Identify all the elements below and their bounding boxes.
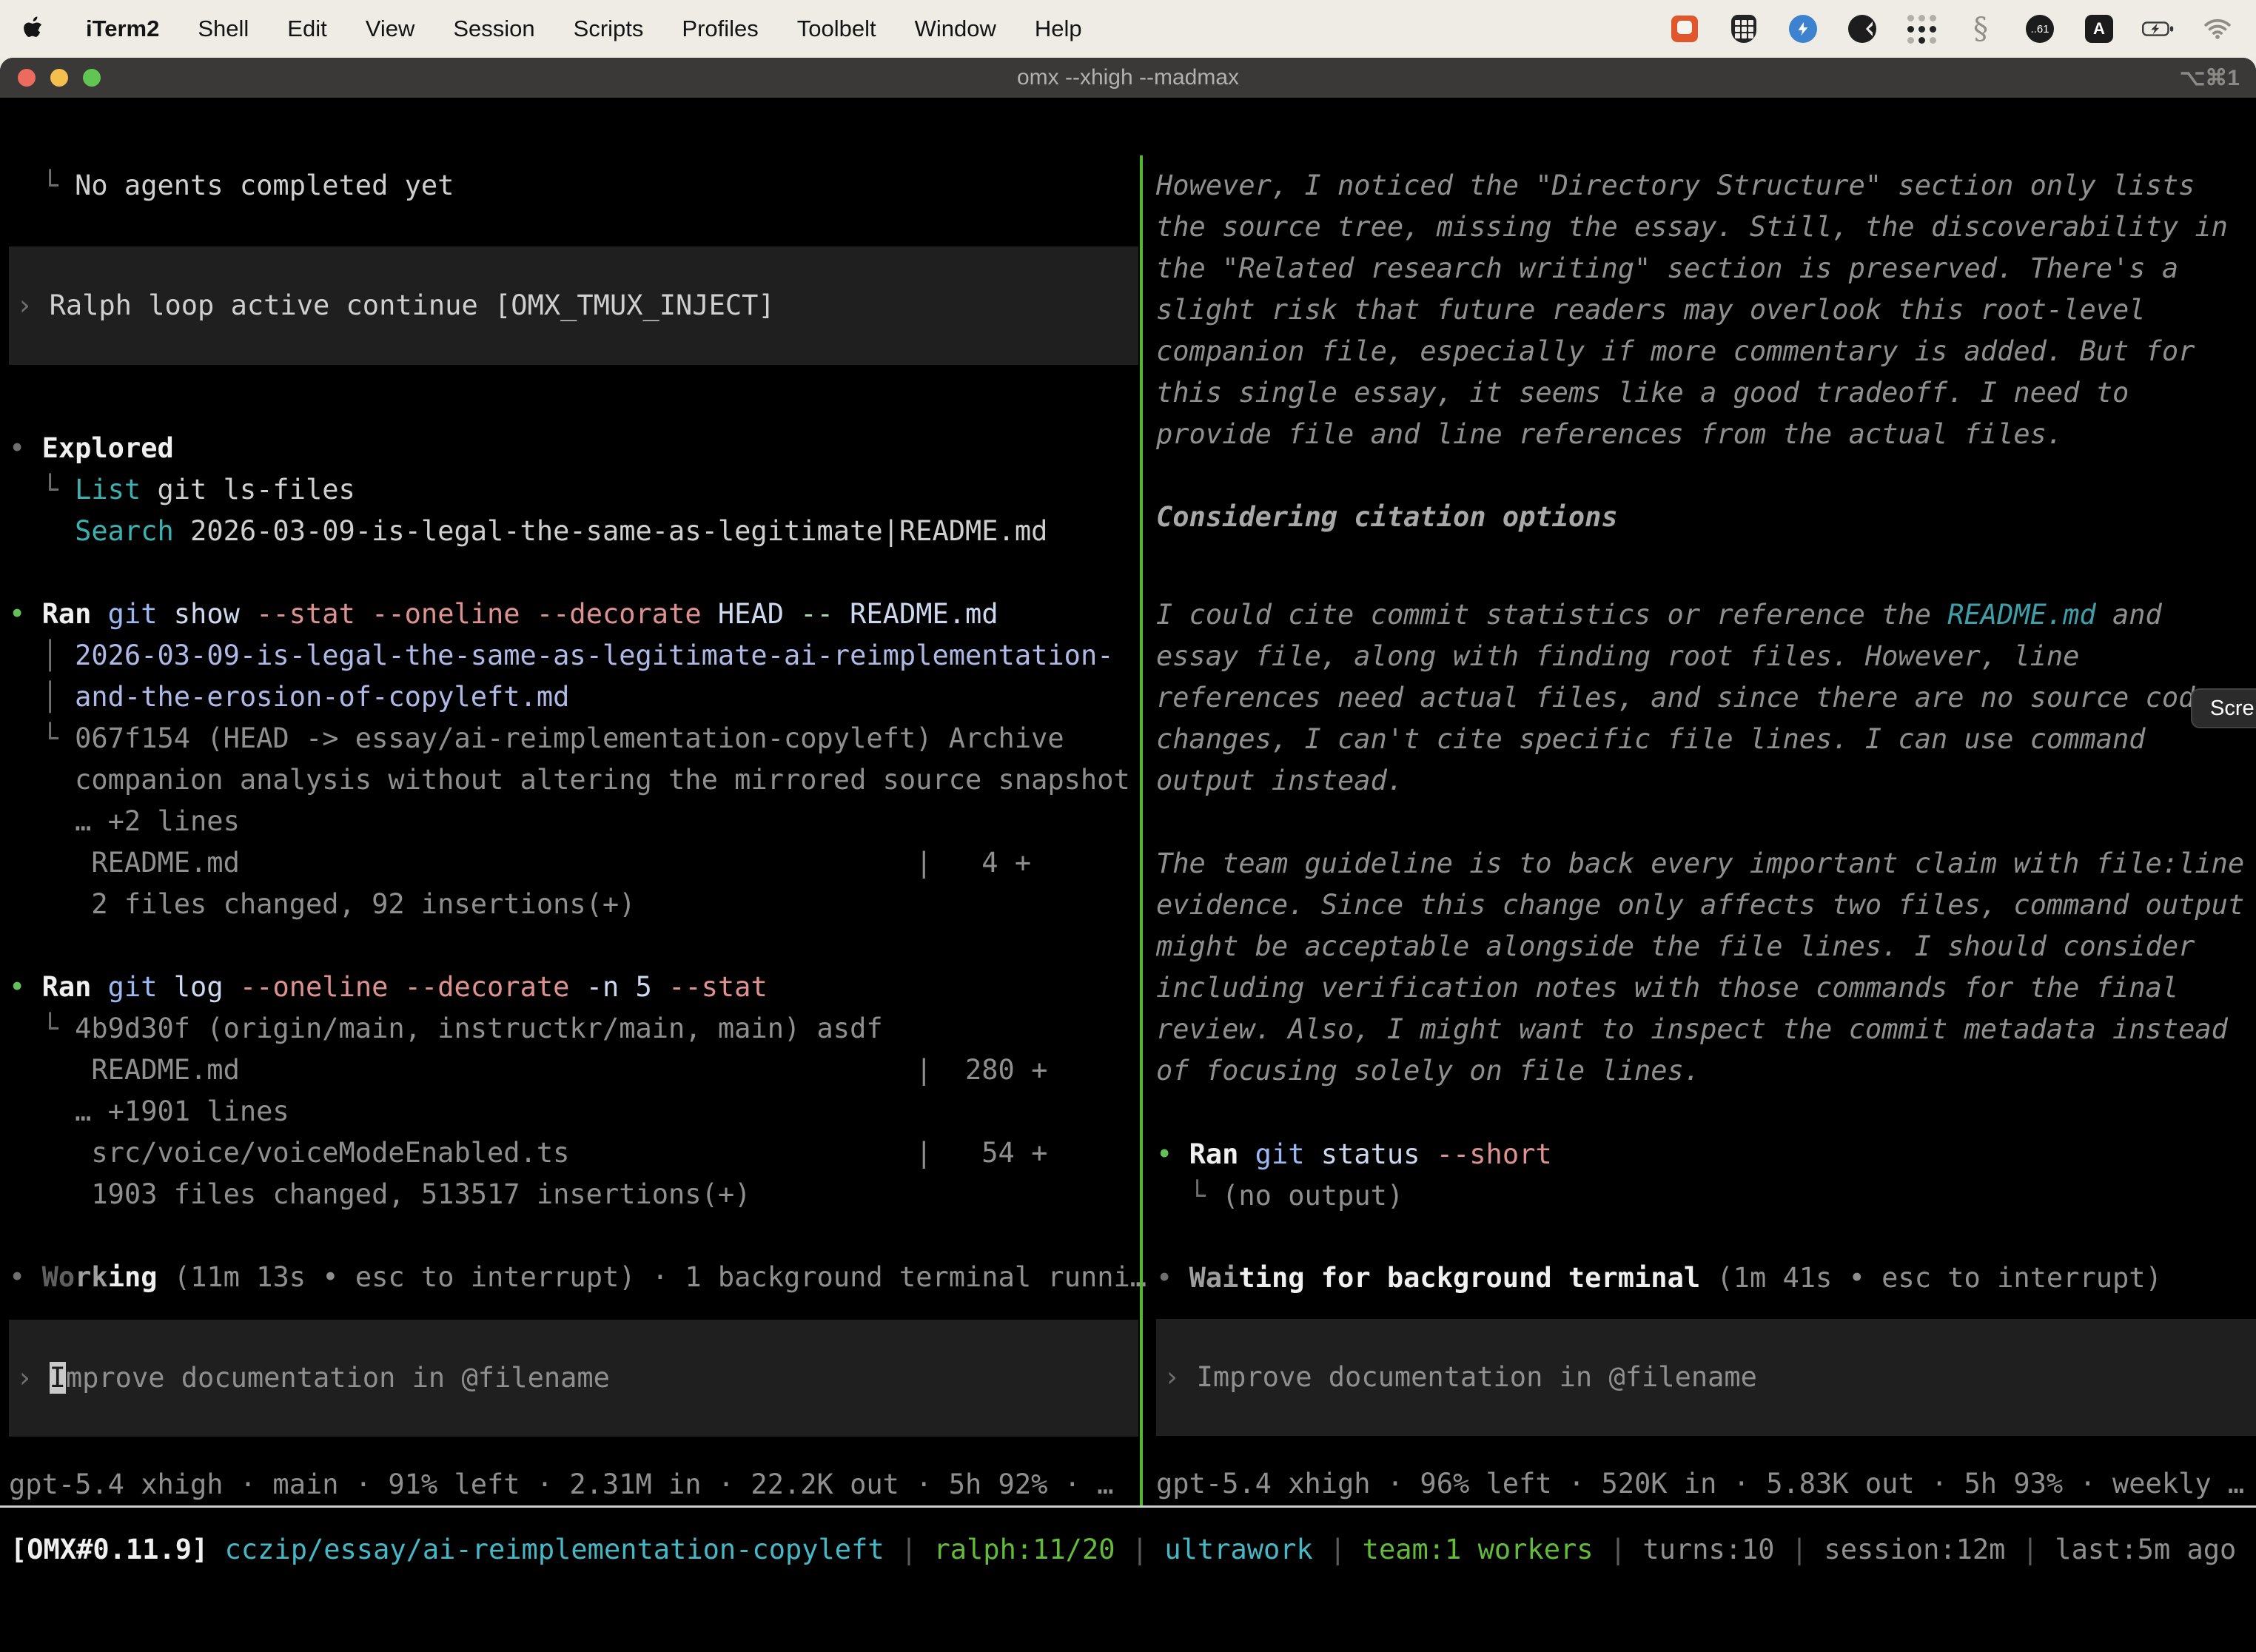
terminal-line: the source tree, missing the essay. Stil… xyxy=(1156,206,2256,248)
menu-item-session[interactable]: Session xyxy=(453,16,534,42)
terminal-line: • Explored xyxy=(9,428,1138,469)
minimize-button[interactable] xyxy=(50,69,68,87)
dots-grid-icon[interactable] xyxy=(1905,13,1938,45)
terminal-line: │ and-the-erosion-of-copyleft.md xyxy=(9,676,1138,718)
pane-divider[interactable] xyxy=(1140,155,1143,1506)
terminal-line: review. Also, I might want to inspect th… xyxy=(1156,1009,2256,1050)
model-status-line: gpt-5.4 xhigh · main · 91% left · 2.31M … xyxy=(9,1464,1138,1505)
terminal-line: The team guideline is to back every impo… xyxy=(1156,843,2256,884)
wifi-icon[interactable] xyxy=(2201,13,2234,45)
menu-item-window[interactable]: Window xyxy=(915,16,996,42)
terminal-line: companion file, especially if more comme… xyxy=(1156,331,2256,372)
terminal-line: └ (no output) xyxy=(1156,1175,2256,1217)
shield-icon[interactable] xyxy=(1728,13,1760,45)
thinking-heading: Considering citation options xyxy=(1156,497,2256,538)
terminal-line: Search 2026-03-09-is-legal-the-same-as-l… xyxy=(9,511,1138,552)
menu-item-profiles[interactable]: Profiles xyxy=(682,16,758,42)
menu-item-edit[interactable]: Edit xyxy=(287,16,326,42)
battery-icon[interactable] xyxy=(2142,13,2175,45)
iterm2-window: omx --xhigh --madmax ⌥⌘1 └ No agents com… xyxy=(0,58,2256,1652)
pacman-icon[interactable] xyxy=(1846,13,1879,45)
terminal-line: README.md | 4 + xyxy=(9,842,1138,884)
terminal-line: might be acceptable alongside the file l… xyxy=(1156,926,2256,967)
left-terminal-pane: └ No agents completed yet › Ralph loop a… xyxy=(9,155,1138,1505)
menu-bar: iTerm2 Shell Edit View Session Scripts P… xyxy=(0,0,2256,58)
terminal-line: essay file, along with finding root file… xyxy=(1156,636,2256,677)
terminal-line: companion analysis without altering the … xyxy=(9,759,1138,801)
waiting-status-line: • Waiting for background terminal (1m 41… xyxy=(1156,1258,2256,1299)
terminal-line: 2 files changed, 92 insertions(+) xyxy=(9,884,1138,925)
terminal-line: slight risk that future readers may over… xyxy=(1156,289,2256,331)
terminal-line: provide file and line references from th… xyxy=(1156,414,2256,455)
title-bar: omx --xhigh --madmax ⌥⌘1 xyxy=(0,58,2256,98)
a-icon[interactable]: A xyxy=(2083,13,2115,45)
terminal-line: └ 4b9d30f (origin/main, instructkr/main,… xyxy=(9,1008,1138,1050)
terminal-line: • Ran git status --short xyxy=(1156,1134,2256,1175)
terminal-line: src/voice/voiceModeEnabled.ts | 54 + xyxy=(9,1132,1138,1174)
menu-item-iterm2[interactable]: iTerm2 xyxy=(86,16,159,42)
terminal-line: 1903 files changed, 513517 insertions(+) xyxy=(9,1174,1138,1215)
screen-overlay-button[interactable]: Scre xyxy=(2191,688,2256,728)
terminal-line: the "Related research writing" section i… xyxy=(1156,248,2256,289)
terminal-line: • Ran git show --stat --oneline --decora… xyxy=(9,594,1138,635)
omx-status-line: [OMX#0.11.9] cczip/essay/ai-reimplementa… xyxy=(10,1529,2246,1571)
chat-icon[interactable] xyxy=(1668,13,1701,45)
terminal-line: this single essay, it seems like a good … xyxy=(1156,372,2256,414)
pane-bottom-border xyxy=(0,1505,2256,1508)
terminal-line: └ No agents completed yet xyxy=(9,165,1138,206)
terminal-line: references need actual files, and since … xyxy=(1156,677,2256,719)
close-button[interactable] xyxy=(18,69,36,87)
terminal-line: I could cite commit statistics or refere… xyxy=(1156,594,2256,636)
terminal-line: changes, I can't cite specific file line… xyxy=(1156,719,2256,760)
terminal-line: │ 2026-03-09-is-legal-the-same-as-legiti… xyxy=(9,635,1138,676)
menu-item-toolbelt[interactable]: Toolbelt xyxy=(797,16,876,42)
menu-item-help[interactable]: Help xyxy=(1035,16,1082,42)
apple-icon[interactable] xyxy=(22,14,47,44)
terminal-line: • Ran git log --oneline --decorate -n 5 … xyxy=(9,967,1138,1008)
menu-item-view[interactable]: View xyxy=(366,16,415,42)
terminal-line: └ List git ls-files xyxy=(9,469,1138,511)
terminal-line: However, I noticed the "Directory Struct… xyxy=(1156,165,2256,206)
terminal-line: … +2 lines xyxy=(9,801,1138,842)
ralph-loop-box[interactable]: › Ralph loop active continue [OMX_TMUX_I… xyxy=(9,246,1138,365)
terminal-line: of focusing solely on file lines. xyxy=(1156,1050,2256,1092)
bolt-icon[interactable] xyxy=(1787,13,1819,45)
terminal-line: evidence. Since this change only affects… xyxy=(1156,884,2256,926)
prompt-input[interactable]: › Improve documentation in @filename xyxy=(9,1320,1138,1437)
terminal-line: └ 067f154 (HEAD -> essay/ai-reimplementa… xyxy=(9,718,1138,759)
zoom-button[interactable] xyxy=(83,69,101,87)
terminal-line: output instead. xyxy=(1156,760,2256,802)
terminal-line: README.md | 280 + xyxy=(9,1050,1138,1091)
prompt-input[interactable]: › Improve documentation in @filename xyxy=(1156,1319,2256,1436)
window-title: omx --xhigh --madmax xyxy=(1017,65,1239,90)
text-cursor: I xyxy=(50,1362,66,1394)
menu-item-scripts[interactable]: Scripts xyxy=(574,16,644,42)
squiggle-icon[interactable]: § xyxy=(1964,13,1997,45)
badge-61-icon[interactable]: ..61 xyxy=(2024,13,2056,45)
terminal-line: … +1901 lines xyxy=(9,1091,1138,1132)
working-status-line: • Working (11m 13s • esc to interrupt) ·… xyxy=(9,1257,1138,1298)
window-shortcut: ⌥⌘1 xyxy=(2180,65,2240,91)
menu-item-shell[interactable]: Shell xyxy=(198,16,249,42)
terminal-line: including verification notes with those … xyxy=(1156,967,2256,1009)
model-status-line: gpt-5.4 xhigh · 96% left · 520K in · 5.8… xyxy=(1156,1463,2256,1505)
right-terminal-pane: However, I noticed the "Directory Struct… xyxy=(1156,155,2256,1505)
